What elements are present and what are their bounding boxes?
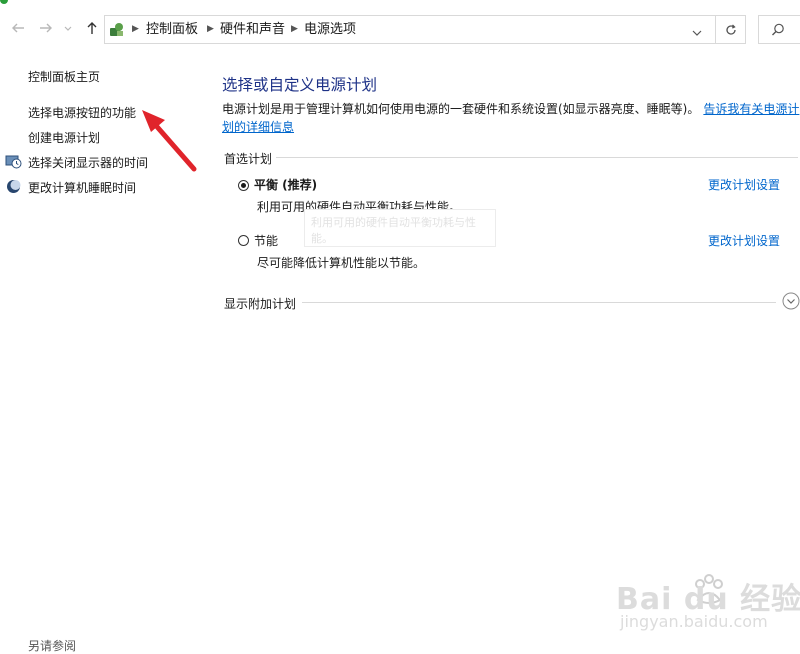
preferred-plans-heading: 首选计划 <box>224 152 273 166</box>
tooltip-ghost: 利用可用的硬件自动平衡功耗与性能。 <box>304 209 496 247</box>
address-bar[interactable]: ▶ 控制面板 ▶ 硬件和声音 ▶ 电源选项 <box>104 15 716 44</box>
power-saver-plan-name[interactable]: 节能 <box>254 232 278 249</box>
page-title: 选择或自定义电源计划 <box>222 76 378 94</box>
description-text: 电源计划是用于管理计算机如何使用电源的一套硬件和系统设置(如显示器亮度、睡眠等)… <box>222 102 700 116</box>
power-saver-radio[interactable] <box>238 235 249 246</box>
power-saver-plan-description: 尽可能降低计算机性能以节能。 <box>257 256 426 270</box>
breadcrumb-separator-icon: ▶ <box>207 24 214 34</box>
forward-arrow-icon[interactable] <box>36 20 56 40</box>
control-panel-icon <box>108 21 126 39</box>
annotation-arrow-icon <box>138 106 200 174</box>
baidu-jingyan-watermark: Bai du 经验 jingyan.baidu.com <box>614 570 800 636</box>
breadcrumb-item-control-panel[interactable]: 控制面板 <box>146 16 198 43</box>
display-shield-icon <box>5 153 22 170</box>
sidebar-item-control-panel-home[interactable]: 控制面板主页 <box>28 68 100 85</box>
balanced-radio[interactable] <box>238 180 249 191</box>
power-saver-change-settings-link[interactable]: 更改计划设置 <box>708 232 780 249</box>
radio-selected-dot <box>241 183 246 188</box>
breadcrumb-item-hardware-sound[interactable]: 硬件和声音 <box>220 16 285 43</box>
sidebar-item-turn-off-display[interactable]: 选择关闭显示器的时间 <box>28 154 148 171</box>
balanced-plan-name[interactable]: 平衡 (推荐) <box>254 176 317 193</box>
section-divider <box>302 302 776 303</box>
sidebar-item-change-sleep-time[interactable]: 更改计算机睡眠时间 <box>28 179 136 196</box>
recent-dropdown-icon[interactable] <box>62 20 74 40</box>
sleep-moon-icon <box>6 179 21 194</box>
up-arrow-icon[interactable] <box>82 20 102 40</box>
sidebar-item-create-power-plan[interactable]: 创建电源计划 <box>28 129 100 146</box>
breadcrumb-separator-icon: ▶ <box>132 24 139 34</box>
tooltip-text: 利用可用的硬件自动平衡功耗与性能。 <box>311 216 476 245</box>
show-additional-plans-heading[interactable]: 显示附加计划 <box>224 295 296 312</box>
address-dropdown-icon[interactable] <box>691 24 703 36</box>
search-input[interactable] <box>758 15 800 44</box>
sidebar-item-power-button-function[interactable]: 选择电源按钮的功能 <box>28 104 136 121</box>
breadcrumb-item-power-options[interactable]: 电源选项 <box>304 16 356 43</box>
section-divider <box>276 157 798 158</box>
breadcrumb-separator-icon: ▶ <box>291 24 298 34</box>
navigation-bar: ▶ 控制面板 ▶ 硬件和声音 ▶ 电源选项 <box>0 0 800 58</box>
watermark-domain: jingyan.baidu.com <box>620 612 768 631</box>
balanced-change-settings-link[interactable]: 更改计划设置 <box>708 176 780 193</box>
refresh-icon[interactable] <box>716 15 746 44</box>
sidebar-see-also-label: 另请参阅 <box>28 639 77 653</box>
back-arrow-icon[interactable] <box>8 20 28 40</box>
expand-chevron-icon[interactable] <box>782 292 800 310</box>
window-corner-icon <box>0 0 8 4</box>
search-icon <box>770 22 786 38</box>
page-description: 电源计划是用于管理计算机如何使用电源的一套硬件和系统设置(如显示器亮度、睡眠等)… <box>222 100 800 136</box>
